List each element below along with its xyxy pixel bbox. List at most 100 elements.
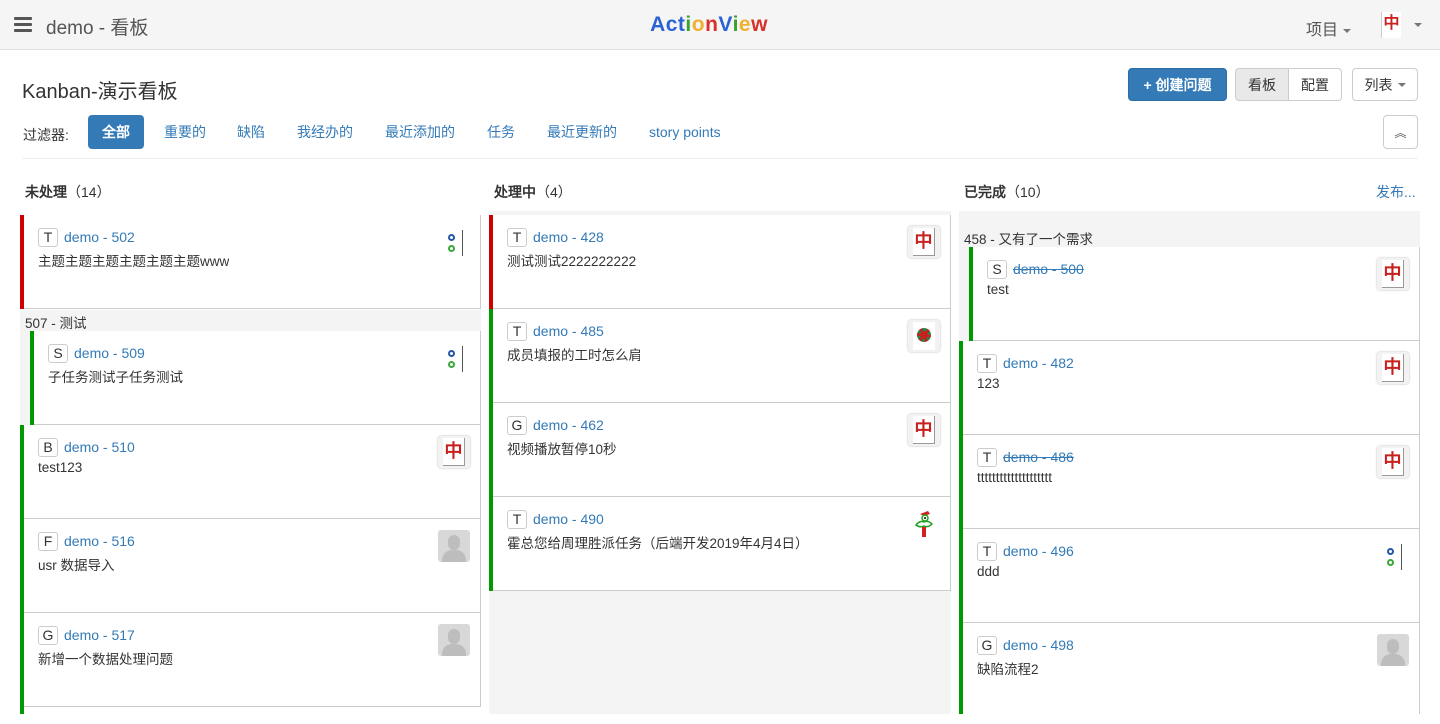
project-menu[interactable]: 项目 <box>1306 16 1352 40</box>
issue-key-link[interactable]: demo - 462 <box>533 417 604 433</box>
issue-card[interactable]: Sdemo - 500 test 中 <box>969 247 1420 341</box>
issue-key-link[interactable]: demo - 498 <box>1003 637 1074 653</box>
default-avatar-head <box>448 535 460 550</box>
assignee-avatar[interactable] <box>908 320 940 352</box>
assignee-avatar[interactable]: 中 <box>908 226 940 258</box>
issue-type-badge: B <box>38 438 58 457</box>
mahjong-dot-icon <box>448 234 455 241</box>
assignee-avatar[interactable] <box>1377 634 1409 666</box>
board-title: Kanban-演示看板 <box>22 81 178 103</box>
issue-card[interactable]: Gdemo - 498 缺陷流程2 <box>959 623 1420 714</box>
column-header-todo: 未处理（14） <box>25 182 111 202</box>
priority-bar <box>20 707 24 714</box>
assignee-avatar[interactable] <box>908 508 940 540</box>
assignee-avatar[interactable] <box>1377 540 1409 572</box>
user-avatar[interactable]: 中 <box>1381 12 1401 38</box>
assignee-avatar[interactable]: 中 <box>1377 446 1409 478</box>
assignee-avatar[interactable]: 中 <box>1377 258 1409 290</box>
parent-issue-label[interactable]: 458 - 又有了一个需求 <box>964 228 1093 248</box>
issue-key-link[interactable]: demo - 510 <box>64 439 135 455</box>
priority-bar <box>489 403 493 497</box>
issue-card[interactable]: Tdemo - 482 123 中 <box>959 341 1420 435</box>
issue-key-link[interactable]: demo - 500 <box>1013 261 1084 277</box>
issue-title: 123 <box>977 376 1000 391</box>
issue-title: test <box>987 282 1009 297</box>
assignee-avatar[interactable] <box>438 342 470 374</box>
issue-type-badge: F <box>38 532 58 551</box>
issue-key-link[interactable]: demo - 517 <box>64 627 135 643</box>
list-dropdown-button[interactable]: 列表 <box>1352 68 1418 101</box>
priority-bar <box>959 435 963 529</box>
filter-tasks[interactable]: 任务 <box>473 115 529 149</box>
filter-assigned-to-me[interactable]: 我经办的 <box>283 115 367 149</box>
create-issue-button[interactable]: + 创建问题 <box>1128 68 1227 101</box>
view-board-button[interactable]: 看板 <box>1235 68 1289 101</box>
issue-card[interactable]: Sdemo - 509 子任务测试子任务测试 <box>30 331 481 425</box>
priority-bar <box>20 613 24 707</box>
issue-card[interactable]: Gdemo - 517 新增一个数据处理问题 <box>20 613 481 707</box>
issue-card[interactable]: Fdemo - 516 usr 数据导入 <box>20 519 481 613</box>
column-name: 处理中 <box>494 184 536 200</box>
priority-bar <box>20 519 24 613</box>
release-link[interactable]: 发布... <box>1376 182 1416 202</box>
tile-edge <box>462 346 463 372</box>
issue-card[interactable]: Tdemo - 496 ddd <box>959 529 1420 623</box>
issue-type-badge: T <box>507 228 527 247</box>
issue-title: 子任务测试子任务测试 <box>48 370 183 385</box>
assignee-avatar[interactable]: 中 <box>1377 352 1409 384</box>
issue-card[interactable]: Tdemo - 490 霍总您给周理胜派任务（后端开发2019年4月4日） <box>489 497 951 591</box>
logo-letter: o <box>691 13 706 36</box>
mahjong-zhong-icon: 中 <box>913 416 935 444</box>
filter-important[interactable]: 重要的 <box>150 115 220 149</box>
column-done: 458 - 又有了一个需求 Sdemo - 500 test 中 Tdemo - 4… <box>959 211 1420 714</box>
priority-bar <box>20 215 24 309</box>
user-menu-caret-icon[interactable] <box>1414 23 1422 27</box>
top-navbar: demo - 看板 ActionView 项目 中 <box>0 0 1440 50</box>
column-count: （10） <box>1006 184 1050 200</box>
issue-key-link[interactable]: demo - 516 <box>64 533 135 549</box>
filter-recently-updated[interactable]: 最近更新的 <box>533 115 631 149</box>
filter-all[interactable]: 全部 <box>88 115 144 149</box>
mahjong-zhong-icon: 中 <box>1382 354 1404 382</box>
issue-key-link[interactable]: demo - 428 <box>533 229 604 245</box>
issue-type-badge: T <box>977 542 997 561</box>
issue-card[interactable]: Tdemo - 485 成员填报的工时怎么肩 <box>489 309 951 403</box>
priority-bar <box>489 497 493 591</box>
issue-card[interactable]: Bdemo - 510 test123 中 <box>20 425 481 519</box>
assignee-avatar[interactable]: 中 <box>438 436 470 468</box>
issue-key-link[interactable]: demo - 486 <box>1003 449 1074 465</box>
issue-card[interactable]: Tdemo - 428 测试测试2222222222 中 <box>489 215 951 309</box>
assignee-avatar[interactable]: 中 <box>908 414 940 446</box>
view-config-button[interactable]: 配置 <box>1289 68 1342 101</box>
column-count: （14） <box>67 184 111 200</box>
priority-bar <box>959 623 963 714</box>
issue-type-badge: T <box>977 354 997 373</box>
issue-key-link[interactable]: demo - 485 <box>533 323 604 339</box>
issue-card[interactable]: Gdemo - 462 视频播放暂停10秒 中 <box>489 403 951 497</box>
issue-key-link[interactable]: demo - 509 <box>74 345 145 361</box>
issue-key-link[interactable]: demo - 490 <box>533 511 604 527</box>
assignee-avatar[interactable] <box>438 624 470 656</box>
issue-key-link[interactable]: demo - 496 <box>1003 543 1074 559</box>
issue-key-link[interactable]: demo - 502 <box>64 229 135 245</box>
assignee-avatar[interactable] <box>438 530 470 562</box>
priority-bar <box>489 309 493 403</box>
actionview-logo[interactable]: ActionView <box>0 13 1418 37</box>
parent-issue-label[interactable]: 507 - 测试 <box>25 312 87 332</box>
mahjong-bird-icon <box>914 511 934 537</box>
filter-story-points[interactable]: story points <box>635 115 735 149</box>
default-avatar-body <box>442 644 466 656</box>
assignee-avatar[interactable] <box>438 226 470 258</box>
filter-bugs[interactable]: 缺陷 <box>223 115 279 149</box>
mahjong-zhong-icon: 中 <box>1383 13 1400 32</box>
mahjong-dot-icon <box>448 361 455 368</box>
issue-card[interactable]: Tdemo - 486 tttttttttttttttttttt 中 <box>959 435 1420 529</box>
collapse-filters-button[interactable]: ︽ <box>1383 115 1418 149</box>
issue-key-link[interactable]: demo - 482 <box>1003 355 1074 371</box>
issue-card[interactable]: Tdemo - 502 主题主题主题主题主题主题www <box>20 215 481 309</box>
tile-edge <box>462 230 463 256</box>
filter-recently-added[interactable]: 最近添加的 <box>371 115 469 149</box>
issue-title: 测试测试2222222222 <box>507 254 637 269</box>
issue-type-badge: G <box>977 636 997 655</box>
column-in-progress: Tdemo - 428 测试测试2222222222 中 Tdemo - 485 成员… <box>489 211 951 714</box>
